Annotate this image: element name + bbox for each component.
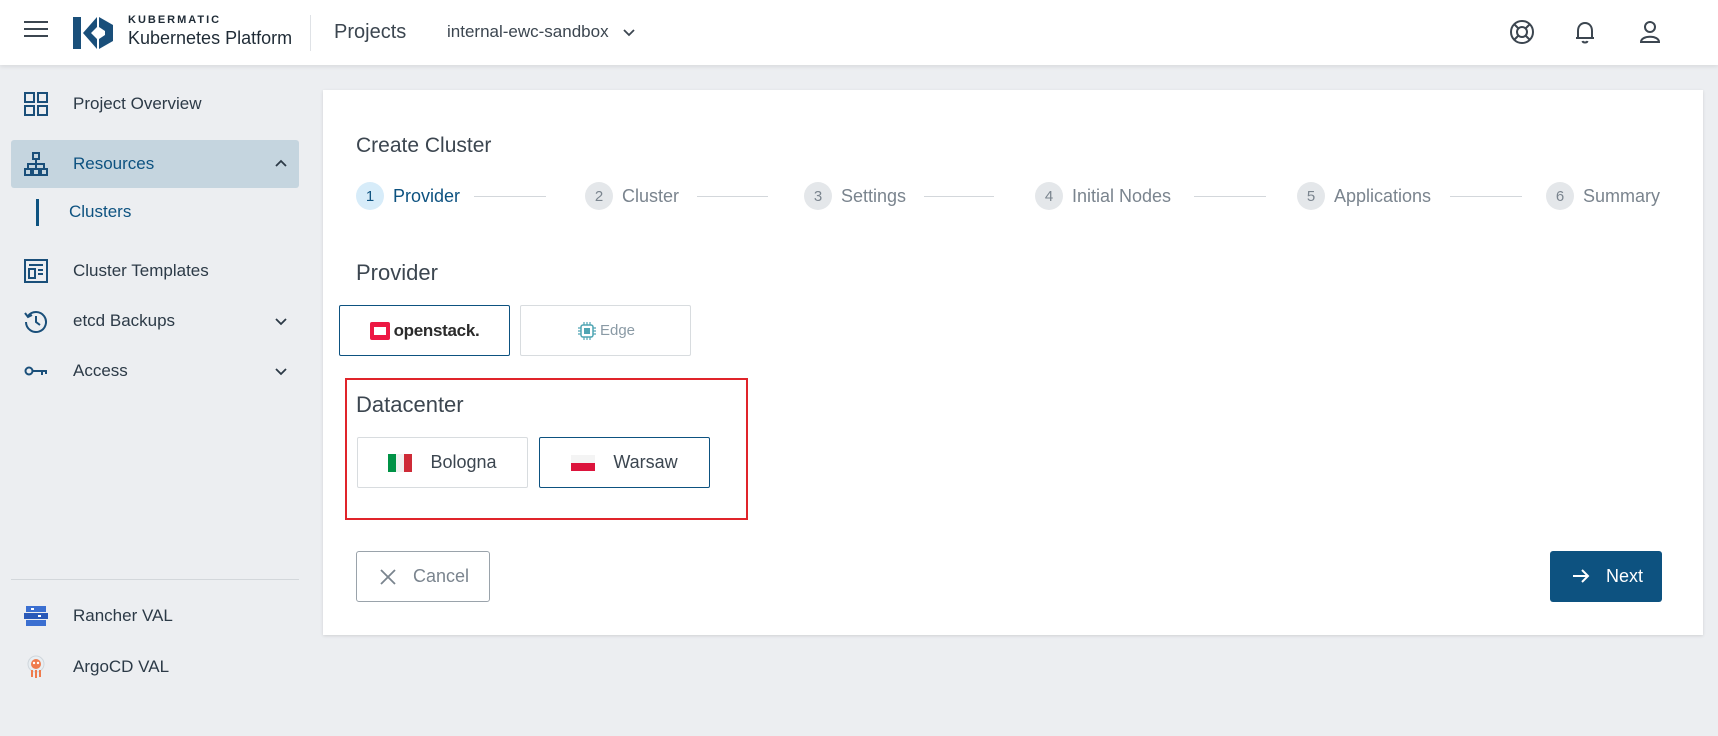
sidebar-item-argocd-val[interactable]: ArgoCD VAL <box>11 643 299 691</box>
help-lifebuoy-icon[interactable] <box>1508 18 1536 46</box>
sidebar-item-access[interactable]: Access <box>11 347 299 395</box>
page-title: Create Cluster <box>356 134 492 157</box>
datacenter-label: Warsaw <box>613 452 678 472</box>
sidebar-item-resources[interactable]: Resources <box>11 140 299 188</box>
active-indicator <box>36 198 39 226</box>
cancel-button[interactable]: Cancel <box>356 551 490 602</box>
step-label: Provider <box>393 185 461 206</box>
step-summary[interactable]: 6 Summary <box>1546 182 1660 210</box>
sidebar-item-label: Access <box>73 361 128 380</box>
sidebar-item-rancher-val[interactable]: Rancher VAL <box>11 592 299 640</box>
datacenter-label: Bologna <box>430 452 497 472</box>
sidebar-item-label: Project Overview <box>73 94 202 113</box>
template-icon <box>24 259 48 283</box>
sidebar-item-label: Resources <box>73 154 155 173</box>
cancel-label: Cancel <box>413 566 470 586</box>
bell-icon[interactable] <box>1571 18 1599 46</box>
openstack-logo-icon <box>369 321 390 340</box>
step-label: Summary <box>1583 185 1661 206</box>
datacenter-bologna-tile[interactable]: Bologna <box>357 437 528 488</box>
history-icon <box>24 311 47 333</box>
step-label: Cluster <box>622 185 680 206</box>
step-number: 3 <box>804 182 832 210</box>
step-cluster[interactable]: 2 Cluster <box>585 182 679 210</box>
step-number: 5 <box>1297 182 1325 210</box>
provider-edge-tile[interactable]: Edge <box>520 305 691 356</box>
step-number: 2 <box>585 182 613 210</box>
sidebar-item-project-overview[interactable]: Project Overview <box>11 80 299 128</box>
step-label: Settings <box>841 185 907 206</box>
header-divider <box>310 15 311 51</box>
projects-link[interactable]: Projects <box>334 21 406 44</box>
step-applications[interactable]: 5 Applications <box>1297 182 1431 210</box>
brand-subtitle: Kubernetes Platform <box>128 28 293 48</box>
rancher-icon <box>24 606 48 626</box>
next-label: Next <box>1606 566 1644 586</box>
step-number: 4 <box>1035 182 1063 210</box>
sidebar-subitem-label: Clusters <box>69 202 132 221</box>
step-connector <box>1450 196 1522 197</box>
wizard-stepper: 1 Provider 2 Cluster 3 Settings 4 Initia… <box>356 182 1671 212</box>
menu-icon[interactable] <box>24 21 48 41</box>
italy-flag-icon <box>388 453 413 472</box>
top-bar: KUBERMATIC Kubernetes Platform Projects … <box>0 0 1718 65</box>
sidebar-item-etcd-backups[interactable]: etcd Backups <box>11 297 299 345</box>
chevron-down-icon <box>275 318 287 326</box>
provider-openstack-tile[interactable]: openstack. <box>339 305 510 356</box>
sidebar-item-label: Rancher VAL <box>73 606 173 625</box>
create-cluster-card: Create Cluster 1 Provider 2 Cluster 3 Se… <box>323 90 1703 635</box>
sidebar-item-label: etcd Backups <box>73 311 176 330</box>
kubermatic-logo[interactable] <box>73 15 115 51</box>
provider-label: Edge <box>599 322 636 339</box>
sitemap-icon <box>24 152 48 176</box>
chevron-down-icon <box>275 368 287 376</box>
datacenter-warsaw-tile[interactable]: Warsaw <box>539 437 710 488</box>
sidebar-subitem-clusters[interactable]: Clusters <box>36 197 131 227</box>
provider-heading: Provider <box>356 260 438 285</box>
step-connector <box>1194 196 1266 197</box>
step-provider[interactable]: 1 Provider <box>356 182 460 210</box>
chevron-down-icon <box>622 29 635 37</box>
step-number: 6 <box>1546 182 1574 210</box>
step-connector <box>697 196 768 197</box>
step-connector <box>474 196 546 197</box>
argocd-icon <box>27 655 45 678</box>
sidebar-divider <box>11 579 299 580</box>
datacenter-heading: Datacenter <box>356 392 464 417</box>
sidebar-item-label: Cluster Templates <box>73 261 209 280</box>
poland-flag-icon <box>571 454 596 471</box>
step-label: Applications <box>1334 185 1432 206</box>
close-icon <box>380 569 396 585</box>
project-selector[interactable]: internal-ewc-sandbox <box>447 22 637 42</box>
edge-chip-icon <box>577 321 596 340</box>
user-icon[interactable] <box>1636 18 1664 46</box>
provider-label: openstack. <box>393 320 480 340</box>
sidebar-item-label: ArgoCD VAL <box>73 657 170 676</box>
arrow-right-icon <box>1573 569 1590 583</box>
step-settings[interactable]: 3 Settings <box>804 182 906 210</box>
grid-icon <box>24 92 48 116</box>
step-label: Initial Nodes <box>1072 185 1172 206</box>
chevron-up-icon <box>275 159 287 167</box>
brand: KUBERMATIC Kubernetes Platform <box>128 14 292 49</box>
step-number: 1 <box>356 182 384 210</box>
step-connector <box>924 196 994 197</box>
sidebar-item-cluster-templates[interactable]: Cluster Templates <box>11 247 299 295</box>
step-initial-nodes[interactable]: 4 Initial Nodes <box>1035 182 1171 210</box>
key-icon <box>24 366 47 376</box>
sidebar: Project Overview Resources Clusters Clus… <box>0 65 300 736</box>
project-selector-value: internal-ewc-sandbox <box>447 22 609 41</box>
next-button[interactable]: Next <box>1550 551 1662 602</box>
brand-name: KUBERMATIC <box>128 14 222 26</box>
